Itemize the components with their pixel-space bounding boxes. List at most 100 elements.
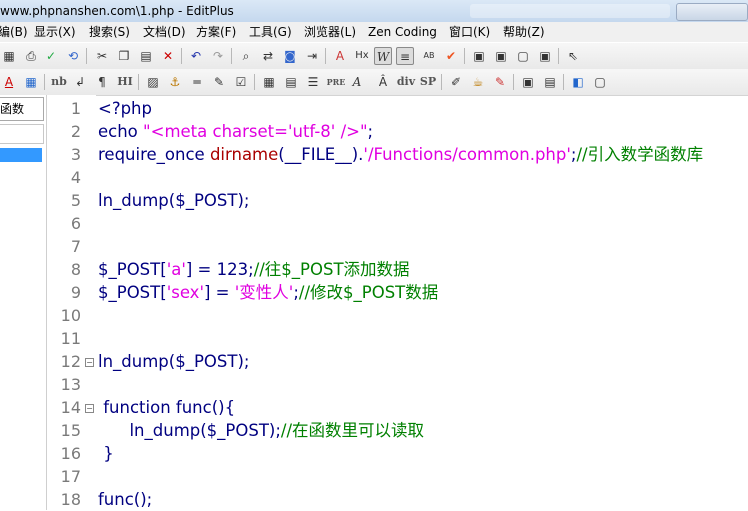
line-number: 18 (60, 490, 81, 509)
center-icon[interactable]: ☰ (304, 73, 322, 91)
nbsp-button[interactable]: nb (49, 73, 69, 91)
code-token: func (175, 398, 212, 417)
code-token: } (98, 444, 114, 463)
anchor-icon[interactable]: ⚓ (166, 73, 184, 91)
find-icon[interactable]: ⌕ (237, 47, 255, 65)
line-icon[interactable]: ≡ (396, 47, 414, 65)
code-token: ] = 123; (185, 260, 254, 279)
code-token: //修改$_POST数据 (298, 283, 439, 302)
script-icon[interactable]: ☕ (469, 73, 487, 91)
code-line[interactable]: $_POST['sex'] = '变性人';//修改$_POST数据 (98, 281, 438, 304)
redo-icon[interactable]: ↷ (209, 47, 227, 65)
form-icon[interactable]: ☑ (232, 73, 250, 91)
code-token: //在函数里可以读取 (280, 421, 425, 440)
menu-search[interactable]: 搜索(S) (89, 22, 130, 42)
menu-browser[interactable]: 浏览器(L) (304, 22, 356, 42)
sidebar-filter-input[interactable] (0, 124, 44, 144)
undo-icon[interactable]: ↶ (187, 47, 205, 65)
line-number: 17 (60, 467, 81, 486)
browser-preview-icon[interactable]: ▣ (519, 73, 537, 91)
code-line[interactable]: <?php (98, 97, 152, 120)
style-icon[interactable]: ✐ (447, 73, 465, 91)
sidebar-selected-item[interactable] (0, 148, 42, 162)
table-icon[interactable]: ▦ (260, 73, 278, 91)
cut-icon[interactable]: ✂ (93, 47, 111, 65)
code-token: ($_POST); (168, 191, 250, 210)
horizontal-rule-icon[interactable]: ═ (188, 73, 206, 91)
line-number: 6 (70, 214, 81, 233)
menu-zen-coding[interactable]: Zen Coding (368, 22, 437, 42)
code-line[interactable]: echo "<meta charset='utf-8' />"; (98, 120, 373, 143)
heading-button[interactable]: HI (115, 73, 135, 91)
paste-icon[interactable]: ▤ (137, 47, 155, 65)
code-line[interactable]: function func(){ (98, 396, 235, 419)
toggle-b-icon[interactable]: ▣ (492, 47, 510, 65)
spellcheck-icon[interactable]: ✓ (42, 47, 60, 65)
cursor-help-icon[interactable]: ⇖ (564, 47, 582, 65)
code-line[interactable]: } (98, 442, 114, 465)
delete-icon[interactable]: ✕ (159, 47, 177, 65)
menu-document[interactable]: 文档(D) (143, 22, 186, 42)
goto-icon[interactable]: ⇥ (303, 47, 321, 65)
code-token: require_once (98, 145, 210, 164)
code-line[interactable]: ln_dump($_POST); (98, 189, 249, 212)
column-icon[interactable]: AB (420, 47, 438, 65)
find-in-files-icon[interactable]: ◙ (281, 47, 299, 65)
toggle-c-icon[interactable]: ▢ (514, 47, 532, 65)
image-icon[interactable]: ▨ (144, 73, 162, 91)
window-title: www.phpnanshen.com\1.php - EditPlus (0, 4, 234, 18)
print-preview-icon[interactable]: ▦ (0, 47, 18, 65)
code-token: //往$_POST添加数据 (253, 260, 410, 279)
italic-icon[interactable]: A (348, 73, 366, 91)
window-controls[interactable] (676, 3, 748, 21)
fold-toggle-icon[interactable]: − (85, 404, 94, 413)
code-line[interactable]: require_once dirname(__FILE__).'/Functio… (98, 143, 703, 166)
font-size-icon[interactable]: A (331, 47, 349, 65)
menu-view[interactable]: 显示(X) (34, 22, 76, 42)
hex-icon[interactable]: Hx (353, 47, 371, 65)
fold-toggle-icon[interactable]: − (85, 358, 94, 367)
menu-help[interactable]: 帮助(Z) (503, 22, 545, 42)
comment-icon[interactable]: ✎ (210, 73, 228, 91)
code-token: '/Functions/common.php' (363, 145, 571, 164)
window-icon[interactable]: ▢ (591, 73, 609, 91)
copy-icon[interactable]: ❐ (115, 47, 133, 65)
sync-icon[interactable]: ⟲ (64, 47, 82, 65)
replace-icon[interactable]: ⇄ (259, 47, 277, 65)
print-icon[interactable]: ⎙ (22, 47, 40, 65)
code-token: ln_dump (98, 352, 169, 371)
code-token: (); (133, 490, 153, 509)
check-icon[interactable]: ✔ (442, 47, 460, 65)
line-break-icon[interactable]: ↲ (71, 73, 89, 91)
code-token: 'sex' (166, 283, 204, 302)
menu-project[interactable]: 方案(F) (196, 22, 236, 42)
line-number: 5 (70, 191, 81, 210)
code-line[interactable]: ln_dump($_POST); (98, 350, 249, 373)
sidebar-tab-functions[interactable]: 函数 (0, 97, 44, 121)
html-toolbar: A ▦ nb ↲ ¶ HI ▨ ⚓ ═ ✎ ☑ ▦ ▤ ☰ PRE A Â di… (0, 69, 748, 96)
div-button[interactable]: div (396, 73, 416, 91)
color-picker-icon[interactable]: ▦ (22, 73, 40, 91)
php-icon[interactable]: ✎ (491, 73, 509, 91)
list-icon[interactable]: ▤ (282, 73, 300, 91)
menu-edit[interactable]: 编(B) (0, 22, 28, 42)
html-comment-icon[interactable]: Â (374, 73, 392, 91)
code-line[interactable]: ln_dump($_POST);//在函数里可以读取 (98, 419, 424, 442)
cliptext-icon[interactable]: ▤ (541, 73, 559, 91)
word-wrap-icon[interactable]: W (374, 47, 392, 65)
code-line[interactable]: func(); (98, 488, 152, 511)
menu-window[interactable]: 窗口(K) (449, 22, 490, 42)
span-button[interactable]: SP (418, 73, 438, 91)
paragraph-icon[interactable]: ¶ (93, 73, 111, 91)
text-color-icon[interactable]: A (0, 73, 18, 91)
code-line[interactable]: $_POST['a'] = 123;//往$_POST添加数据 (98, 258, 410, 281)
menu-tools[interactable]: 工具(G) (249, 22, 292, 42)
toggle-a-icon[interactable]: ▣ (470, 47, 488, 65)
line-number: 3 (70, 145, 81, 164)
pre-button[interactable]: PRE (326, 73, 346, 91)
code-token: ($_POST); (168, 352, 250, 371)
palette-icon[interactable]: ◧ (569, 73, 587, 91)
line-number: 4 (70, 168, 81, 187)
code-token: ln_dump (98, 421, 201, 440)
toggle-d-icon[interactable]: ▣ (536, 47, 554, 65)
